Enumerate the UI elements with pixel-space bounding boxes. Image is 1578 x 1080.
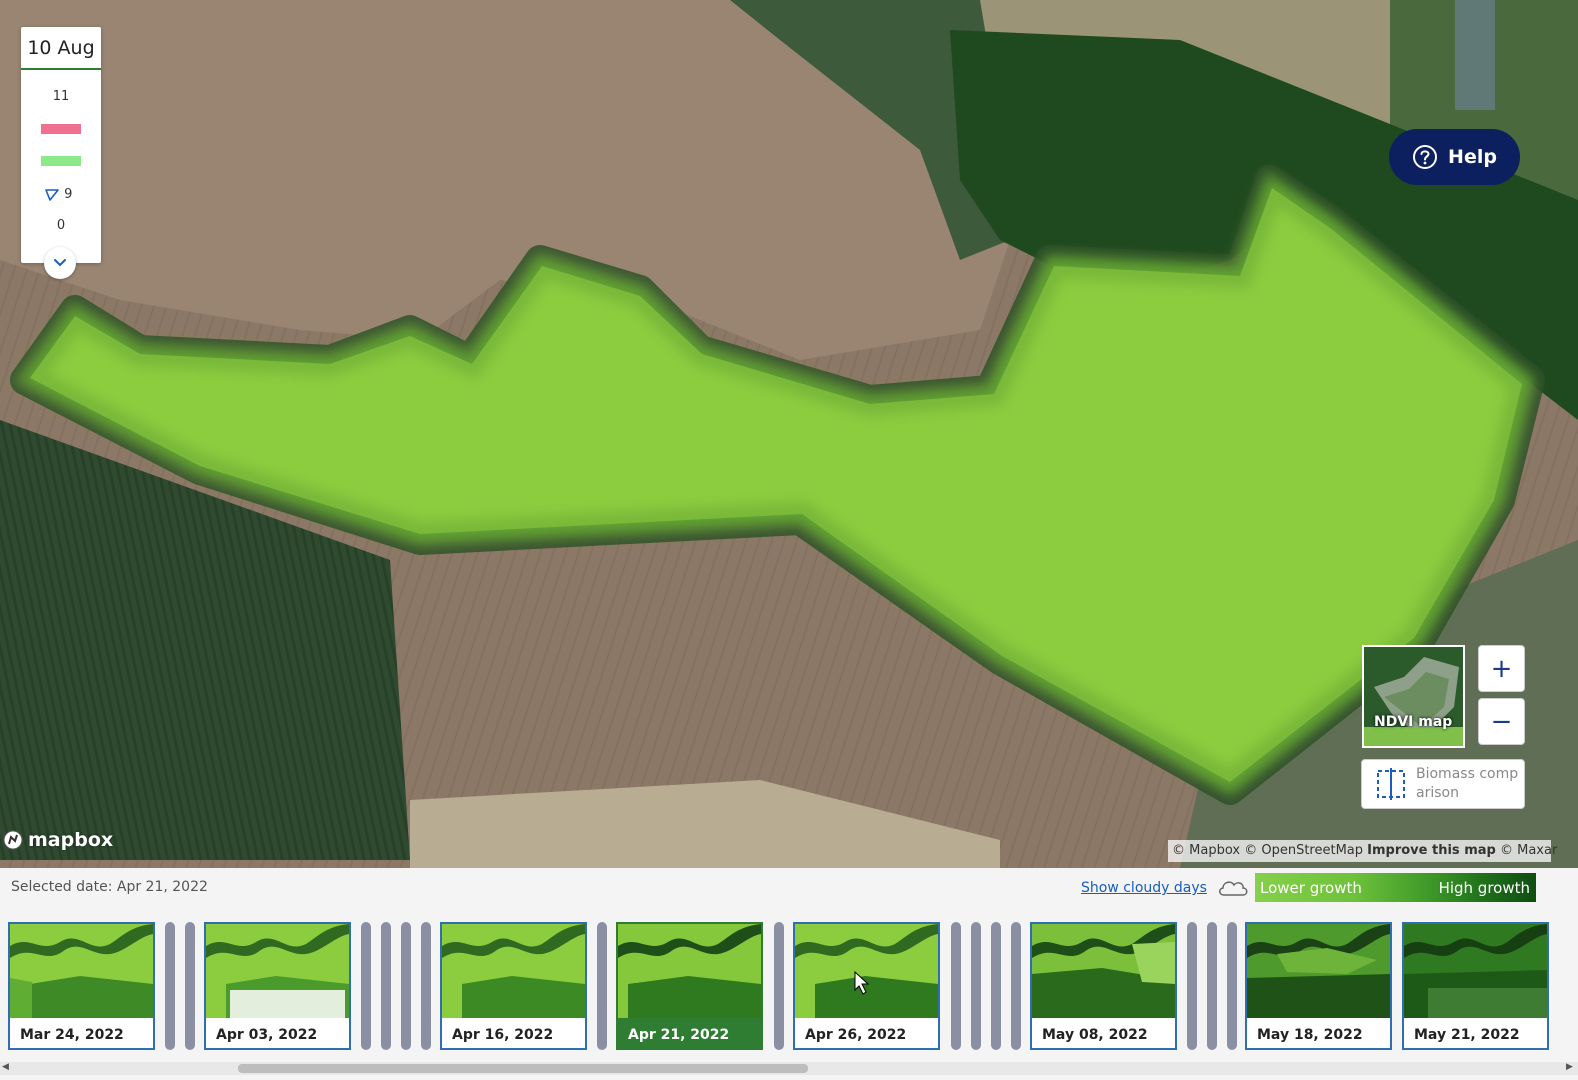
date-card-label: Mar 24, 2022 <box>20 1027 124 1043</box>
legend-value-mid: 9 <box>64 187 73 202</box>
card-thumbnail <box>795 924 938 1018</box>
attribution-maxar-link[interactable]: © Maxar <box>1500 843 1557 858</box>
cloudy-day-bar[interactable] <box>401 922 411 1050</box>
cloudy-day-bar[interactable] <box>971 922 981 1050</box>
date-card[interactable]: Mar 24, 2022 <box>8 922 155 1050</box>
question-circle-icon <box>1413 145 1438 169</box>
chevron-down-icon <box>54 259 66 267</box>
date-card[interactable]: Apr 16, 2022 <box>440 922 587 1050</box>
improve-map-link[interactable]: Improve this map <box>1367 843 1496 858</box>
cloudy-day-bar[interactable] <box>991 922 1001 1050</box>
date-card[interactable]: May 08, 2022 <box>1030 922 1177 1050</box>
legend-swatch-pink <box>41 124 81 134</box>
legend-value-bottom: 0 <box>56 218 66 233</box>
growth-scale-high: High growth <box>1438 878 1530 897</box>
satellite-map[interactable]: 10 Aug 11 9 0 Help NDVI map + − Biomass … <box>0 0 1578 868</box>
cloudy-day-bar[interactable] <box>597 922 607 1050</box>
date-card-label: May 08, 2022 <box>1042 1027 1148 1043</box>
ndvi-thumbnail <box>1364 647 1463 746</box>
biomass-comparison-button[interactable]: Biomass comparison <box>1361 759 1525 809</box>
help-label: Help <box>1448 146 1497 168</box>
card-thumbnail <box>1404 924 1547 1018</box>
date-card[interactable]: Apr 26, 2022 <box>793 922 940 1050</box>
date-card-label: Apr 16, 2022 <box>452 1027 554 1043</box>
layer-legend: 10 Aug 11 9 0 <box>21 27 101 263</box>
zoom-out-button[interactable]: − <box>1478 698 1525 745</box>
show-cloudy-days-link[interactable]: Show cloudy days <box>1081 880 1207 896</box>
card-thumbnail <box>618 924 761 1018</box>
card-thumbnail <box>442 924 585 1018</box>
date-card-label: Apr 21, 2022 <box>628 1027 730 1043</box>
date-timeline: Selected date: Apr 21, 2022 Show cloudy … <box>0 868 1578 1080</box>
ndvi-label: NDVI map <box>1374 714 1453 730</box>
scroll-left-icon[interactable]: ◀ <box>2 1062 9 1072</box>
date-card[interactable]: Apr 03, 2022 <box>204 922 351 1050</box>
cloudy-day-bar[interactable] <box>165 922 175 1050</box>
ndvi-map-toggle[interactable]: NDVI map <box>1362 645 1465 748</box>
cloudy-day-bar[interactable] <box>1207 922 1217 1050</box>
card-thumbnail <box>206 924 349 1018</box>
cloudy-day-bar[interactable] <box>1011 922 1021 1050</box>
mapbox-logo[interactable]: mapbox <box>2 829 113 851</box>
selected-date-text: Selected date: Apr 21, 2022 <box>11 879 208 895</box>
legend-expand-button[interactable] <box>44 247 76 279</box>
date-card[interactable]: May 18, 2022 <box>1245 922 1392 1050</box>
cloud-icon <box>1219 881 1248 896</box>
card-thumbnail <box>10 924 153 1018</box>
map-attribution: © Mapbox © OpenStreetMap Improve this ma… <box>1168 840 1557 862</box>
timeline-scrollbar-thumb[interactable] <box>238 1064 808 1073</box>
date-card-label: May 18, 2022 <box>1257 1027 1363 1043</box>
date-card-label: May 21, 2022 <box>1414 1027 1520 1043</box>
cloudy-day-bar[interactable] <box>1187 922 1197 1050</box>
split-view-icon <box>1377 768 1405 800</box>
triangle-marker-icon <box>45 188 59 201</box>
legend-marker-row: 9 <box>44 187 84 202</box>
date-card[interactable]: May 21, 2022 <box>1402 922 1549 1050</box>
cloudy-day-bar[interactable] <box>361 922 371 1050</box>
cloudy-day-bar[interactable] <box>951 922 961 1050</box>
attribution-mapbox-link[interactable]: © Mapbox <box>1172 843 1240 858</box>
cloudy-day-bar[interactable] <box>381 922 391 1050</box>
cloudy-day-bar[interactable] <box>774 922 784 1050</box>
help-button[interactable]: Help <box>1389 129 1520 185</box>
app-root: 10 Aug 11 9 0 Help NDVI map + − Biomass … <box>0 0 1578 1080</box>
cloudy-day-bar[interactable] <box>1227 922 1237 1050</box>
mapbox-icon <box>3 830 23 850</box>
date-card-label: Apr 26, 2022 <box>805 1027 907 1043</box>
date-card-label: Apr 03, 2022 <box>216 1027 318 1043</box>
date-card-selected[interactable]: Apr 21, 2022 <box>616 922 763 1050</box>
mapbox-logo-text: mapbox <box>28 829 114 851</box>
attribution-osm-link[interactable]: © OpenStreetMap <box>1244 843 1363 858</box>
legend-date: 10 Aug <box>21 27 101 70</box>
card-thumbnail <box>1247 924 1390 1018</box>
cloudy-day-bar[interactable] <box>185 922 195 1050</box>
growth-scale: Lower growth High growth <box>1255 873 1536 902</box>
map-imagery <box>0 0 1578 868</box>
legend-value-top: 11 <box>52 89 70 104</box>
cloudy-day-bar[interactable] <box>421 922 431 1050</box>
biomass-label: Biomass comparison <box>1416 766 1519 801</box>
growth-scale-low: Lower growth <box>1260 878 1362 897</box>
zoom-in-button[interactable]: + <box>1478 645 1525 692</box>
scroll-right-icon[interactable]: ▶ <box>1566 1062 1573 1072</box>
legend-swatch-green <box>41 156 81 166</box>
card-thumbnail <box>1032 924 1175 1018</box>
